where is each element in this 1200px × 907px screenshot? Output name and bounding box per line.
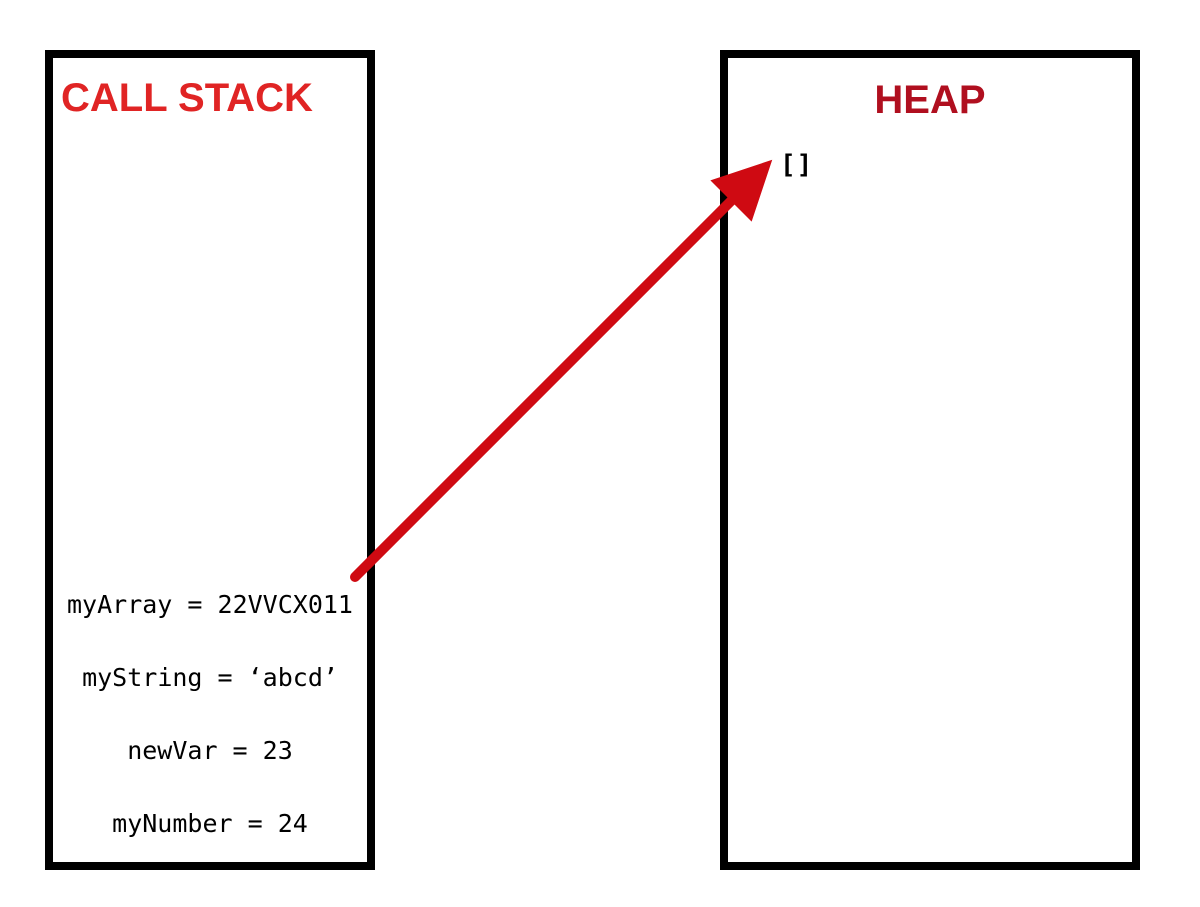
heap-box: HEAP [] xyxy=(720,50,1140,870)
call-stack-entries: myArray = 22VVCX011 myString = ‘abcd’ ne… xyxy=(53,590,367,838)
heap-title: HEAP xyxy=(728,78,1132,123)
memory-diagram: CALL STACK myArray = 22VVCX011 myString … xyxy=(0,0,1200,907)
stack-entry: myArray = 22VVCX011 xyxy=(67,590,353,619)
call-stack-box: CALL STACK myArray = 22VVCX011 myString … xyxy=(45,50,375,870)
heap-value: [] xyxy=(780,150,813,180)
stack-entry: newVar = 23 xyxy=(127,736,293,765)
stack-entry: myString = ‘abcd’ xyxy=(82,663,338,692)
stack-entry: myNumber = 24 xyxy=(112,809,308,838)
call-stack-title: CALL STACK xyxy=(61,76,313,121)
